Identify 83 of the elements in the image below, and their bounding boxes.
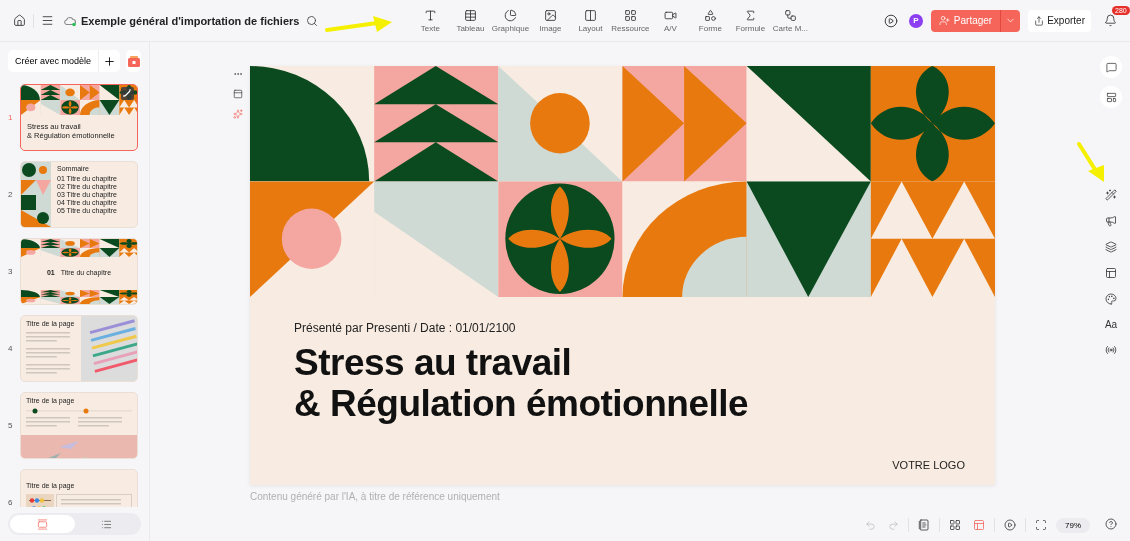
pie-chart-icon xyxy=(503,8,517,22)
export-button[interactable]: Exporter xyxy=(1028,9,1091,32)
text-lines-drawing xyxy=(26,417,70,430)
slide-number: 6 xyxy=(8,498,14,507)
shapes-icon xyxy=(703,8,717,22)
slide-number: 5 xyxy=(8,421,14,430)
insert-tool-button[interactable]: Carte M... xyxy=(771,8,810,33)
plus-icon xyxy=(103,54,117,68)
document-title[interactable]: Exemple général d'importation de fichiers xyxy=(81,14,300,27)
zoom-level-button[interactable]: 79% xyxy=(1056,517,1090,533)
insert-tool-button[interactable]: Formule xyxy=(731,8,770,33)
comments-button[interactable] xyxy=(1100,56,1122,78)
bell-icon xyxy=(1104,14,1117,27)
insert-tool-button[interactable]: Forme xyxy=(691,8,730,33)
play-button[interactable] xyxy=(1001,516,1019,534)
magic-wand-icon xyxy=(1105,189,1117,201)
insert-tool-button[interactable]: Tableau xyxy=(451,8,490,33)
slide-title-line: Stress au travail xyxy=(294,343,573,384)
radio-icon xyxy=(1105,344,1117,356)
share-dropdown-button[interactable] xyxy=(1000,9,1021,32)
palette-icon xyxy=(1105,293,1117,305)
slide-subtitle: Présenté par Presenti / Date : 01/01/2100 xyxy=(294,321,517,335)
geometric-pattern-drawing xyxy=(21,162,51,227)
search-icon xyxy=(306,14,319,27)
layout-icon xyxy=(1105,267,1117,279)
template-button[interactable] xyxy=(1100,86,1122,108)
table-icon xyxy=(463,8,477,22)
insert-tool-button[interactable]: Texte xyxy=(411,8,450,33)
slide-number: 2 xyxy=(8,190,14,199)
columns-icon xyxy=(583,8,597,22)
fit-screen-icon xyxy=(1035,519,1047,531)
annotation-arrow xyxy=(1076,141,1106,183)
play-icon xyxy=(1004,519,1016,531)
layout-icon xyxy=(233,89,243,99)
template-icon xyxy=(1105,91,1117,103)
slide-number: 1 xyxy=(8,113,14,122)
text-lines-drawing xyxy=(78,417,122,430)
text-icon xyxy=(423,8,437,22)
ai-badge-icon xyxy=(121,87,134,100)
panel-icon xyxy=(973,519,985,531)
undo-icon xyxy=(865,519,876,531)
slide-title-line: & Régulation émotionnelle xyxy=(294,383,750,425)
annotation-arrow xyxy=(325,15,393,33)
mind-map-icon xyxy=(783,8,797,22)
play-icon xyxy=(883,13,898,28)
insert-tool-button[interactable]: Image xyxy=(531,8,570,33)
grid-icon xyxy=(623,8,637,22)
gallery-icon xyxy=(127,55,140,67)
add-user-icon xyxy=(938,15,950,26)
background-button[interactable] xyxy=(1102,238,1120,256)
text-lines-drawing xyxy=(26,332,70,345)
user-avatar[interactable]: P xyxy=(908,13,923,28)
slides-icon xyxy=(36,518,48,530)
export-icon xyxy=(1034,15,1045,26)
template-gallery-button[interactable] xyxy=(126,50,141,72)
insert-tool-button[interactable]: Layout xyxy=(571,8,610,33)
help-icon xyxy=(1105,518,1117,530)
help-button[interactable] xyxy=(1102,515,1120,533)
magic-wand-button[interactable] xyxy=(1102,186,1120,204)
notes-icon xyxy=(918,519,930,531)
text-lines-drawing xyxy=(26,348,70,361)
insert-tool-button[interactable]: Ressource xyxy=(611,8,650,33)
image-icon xyxy=(543,8,557,22)
layers-icon xyxy=(1105,241,1117,253)
list-icon xyxy=(101,518,113,530)
menu-icon xyxy=(41,14,54,27)
ai-disclaimer: Contenu généré par l'IA, à titre de référence uniquement xyxy=(250,491,501,502)
sparkle-icon xyxy=(233,109,243,119)
insert-tool-button[interactable]: A/V xyxy=(651,8,690,33)
cloud-sync-icon xyxy=(63,14,77,27)
font-button[interactable]: Aa xyxy=(1101,316,1121,333)
comment-icon xyxy=(1105,61,1117,73)
insert-tool-button[interactable]: Graphique xyxy=(491,8,530,33)
redo-icon xyxy=(888,519,899,531)
text-lines-drawing xyxy=(26,364,70,377)
megaphone-icon xyxy=(1105,215,1117,227)
logo-placeholder: VOTRE LOGO xyxy=(892,459,965,471)
grid-icon xyxy=(949,519,961,531)
home-icon xyxy=(13,14,26,27)
theme-palette-button[interactable] xyxy=(1102,290,1120,308)
slide-number: 4 xyxy=(8,344,14,353)
slide-canvas[interactable]: Présenté par Presenti / Date : 01/01/2100 Stress au travail & Régulation émotionnelle VOTRE LOGO xyxy=(250,66,995,485)
slide-number: 3 xyxy=(8,267,14,276)
